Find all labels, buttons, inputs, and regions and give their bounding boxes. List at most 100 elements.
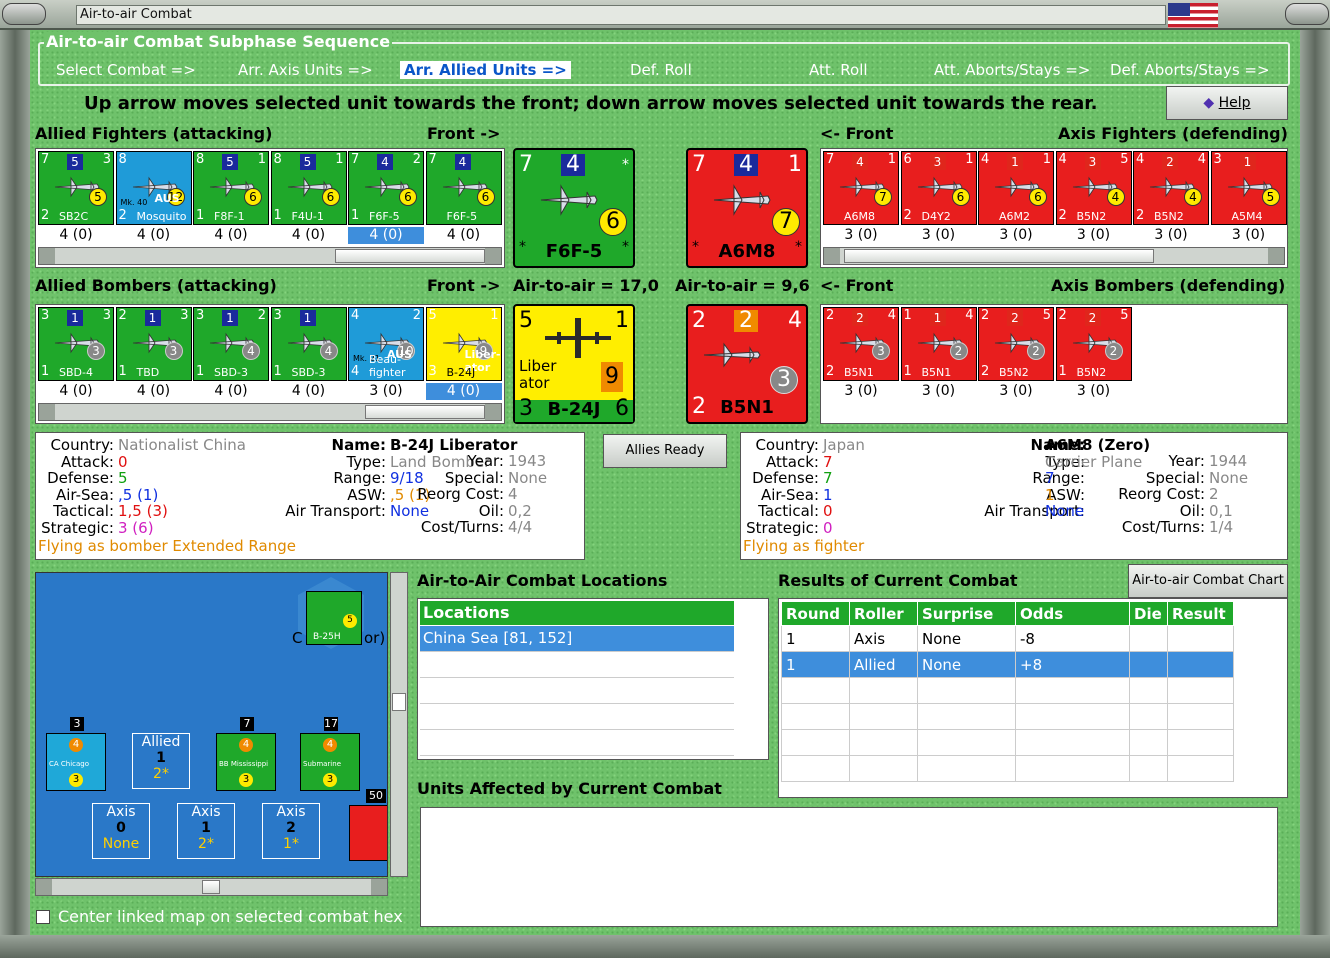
axis-bombers-card[interactable]: 1 1 4 1 2 B5N1 <box>900 307 977 381</box>
location-row[interactable]: China Sea [81, 152] <box>420 626 734 652</box>
allied-bombers-label: Allied Bombers (attacking) <box>35 276 277 295</box>
allied-fighters-card[interactable]: 7 4 6 F6F-5 <box>425 151 502 225</box>
axis-bombers-card[interactable]: 2 2 4 2 3 B5N1 <box>823 307 899 381</box>
map-ship-counter[interactable]: CA Chicago 4 3 <box>46 733 106 791</box>
card-value: 3 (0) <box>844 227 878 243</box>
card-value: 3 (0) <box>1231 227 1266 243</box>
card-stat: 2 <box>412 152 421 167</box>
card-value: 4 (0) <box>59 227 93 243</box>
results-cell <box>1167 625 1234 652</box>
allied-fighters-card[interactable]: 8 5 1 1 6 F8F-1 <box>193 151 269 225</box>
us-flag-icon <box>1168 3 1218 28</box>
axis-bombers-card[interactable]: 2 2 5 2 2 B5N2 <box>978 307 1054 381</box>
allied-bombers-card[interactable]: 2 1 3 1 3 TBD <box>115 307 192 381</box>
combat-chart-button[interactable]: Air-to-air Combat Chart <box>1128 564 1288 598</box>
linked-map[interactable]: B-25H 5 C or) 3 CA Chicago 4 3 7 BB Mississipp… <box>35 572 388 877</box>
results-cell <box>781 729 850 756</box>
center-map-label: Center linked map on selected combat hex <box>58 907 403 926</box>
system-menu-button[interactable] <box>2 3 46 25</box>
card-stat: 4 <box>1058 152 1067 167</box>
allied-fighters-card[interactable]: 8 5 1 1 6 F4U-1 <box>270 151 347 225</box>
selected-allied-bomber-counter[interactable]: 5 1 Liber ator 9 3 B-24J 6 <box>513 304 635 424</box>
hex-unit-counter[interactable]: B-25H 5 <box>306 591 362 645</box>
card-value: 3 (0) <box>369 383 403 399</box>
axis-fighters-card[interactable]: 7 4 1 7 A6M8 <box>823 151 899 225</box>
map-axis-box-2[interactable]: Axis 2 1* <box>262 803 320 859</box>
card-range: 6 <box>244 188 262 206</box>
results-row[interactable] <box>781 677 1234 704</box>
selected-axis-fighter-counter[interactable]: 7 4 1 7 * A6M8 * <box>686 148 808 268</box>
close-button[interactable] <box>1285 3 1329 25</box>
results-cell <box>781 755 850 782</box>
selected-axis-bomber-counter[interactable]: 2 2 4 3 2 B5N1 <box>686 304 808 424</box>
results-row[interactable]: 1 Allied None +8 <box>781 651 1234 678</box>
allied-bombers-card[interactable]: 4 2 4 10 Mk. 21 AUS Beau-fighter <box>348 307 424 381</box>
allied-bombers-card[interactable]: 5 1 3 9 Liber-ator B-24J <box>425 307 502 381</box>
axis-bombers-front: <- Front <box>820 276 894 295</box>
axis-fighters-card[interactable]: 4 3 5 2 4 B5N2 <box>1055 151 1132 225</box>
results-cell: None <box>917 625 1016 652</box>
map-ship-counter[interactable]: Submarine 4 3 <box>300 733 360 791</box>
allied-bombers-card[interactable]: 3 1 2 1 4 SBD-3 <box>193 307 269 381</box>
results-cell <box>1129 755 1168 782</box>
axis-fighters-card[interactable]: 3 1 5 A5M4 <box>1210 151 1287 225</box>
map-horizontal-scrollbar[interactable] <box>35 878 388 896</box>
content-area: Select Combat => Arr. Axis Units => Arr. A… <box>30 30 1300 935</box>
results-row[interactable] <box>781 703 1234 730</box>
map-axis-box-0[interactable]: Axis 0 None <box>92 803 150 859</box>
sequence-step-5: Att. Aborts/Stays => <box>934 61 1091 79</box>
stack-count: 50 <box>366 789 386 803</box>
card-value: 3 (0) <box>1076 227 1111 243</box>
results-row[interactable] <box>781 729 1234 756</box>
axis-fighters-card[interactable]: 6 3 1 2 6 D4Y2 <box>900 151 977 225</box>
card-value: 3 (0) <box>1076 383 1111 399</box>
card-stat: 5 <box>222 154 238 170</box>
allies-ready-button[interactable]: Allies Ready <box>603 434 727 468</box>
card-name: D4Y2 <box>921 210 951 223</box>
card-stat: 5 <box>428 308 437 323</box>
location-row[interactable] <box>420 678 734 704</box>
allied-fighters-card[interactable]: 7 5 3 2 5 SB2C <box>38 151 114 225</box>
card-value: 4 (0) <box>446 227 481 243</box>
axis-bombers-label: Axis Bombers (defending) <box>1051 276 1286 295</box>
allied-fighters-scrollbar[interactable] <box>38 247 502 265</box>
location-row[interactable] <box>420 730 734 756</box>
map-axis-box-1[interactable]: Axis 1 2* <box>177 803 235 859</box>
help-button[interactable]: ◆ Help <box>1166 86 1288 120</box>
card-range: 5 <box>89 188 107 206</box>
allied-bombers-card[interactable]: 3 1 3 1 3 SBD-4 <box>38 307 114 381</box>
card-range: 5 <box>1261 188 1280 206</box>
center-map-checkbox[interactable] <box>36 910 50 924</box>
map-axis-counter[interactable] <box>349 805 387 861</box>
card-stat: 2 <box>826 308 835 323</box>
axis-fighters-scrollbar[interactable] <box>823 247 1285 265</box>
axis-fighters-card[interactable]: 4 2 4 2 4 B5N2 <box>1133 151 1209 225</box>
axis-bombers-card[interactable]: 2 2 5 1 2 B5N2 <box>1055 307 1132 381</box>
allied-bombers-scrollbar[interactable] <box>38 403 502 421</box>
selected-allied-fighter-counter[interactable]: 7 4 * 6 * F6F-5 * <box>513 148 635 268</box>
allied-bombers-card[interactable]: 3 1 1 4 SBD-3 <box>270 307 347 381</box>
results-cell <box>1167 651 1234 678</box>
results-row[interactable] <box>781 755 1234 782</box>
card-value: 3 (0) <box>999 383 1033 399</box>
results-header-4: Die <box>1129 601 1168 626</box>
map-vertical-scrollbar[interactable] <box>390 572 408 877</box>
allied-fighters-card[interactable]: 8 2 12 Mk. 40 AUS Mosquito <box>115 151 192 225</box>
allied-fighters-card[interactable]: 7 4 2 1 6 F6F-5 <box>348 151 424 225</box>
locations-title: Air-to-Air Combat Locations <box>417 571 668 590</box>
ship-name: Submarine <box>303 760 341 768</box>
card-name: A5M4 <box>1231 210 1263 223</box>
map-allied-box[interactable]: Allied 1 2* <box>132 733 190 789</box>
card-stat: 1 <box>903 308 912 323</box>
card-range: 3 <box>872 342 890 360</box>
location-row[interactable] <box>420 652 734 678</box>
card-stat: 2 <box>412 308 421 323</box>
allied-fighters-panel: 7 5 3 2 5 SB2C 4 (0) 8 2 12 Mk. 40 AUS Mosquito 4 (0)… <box>35 148 505 268</box>
plane-icon <box>703 342 761 368</box>
results-cell: 1 <box>781 625 850 652</box>
results-cell <box>917 703 1016 730</box>
map-ship-counter[interactable]: BB Mississippi 4 3 <box>216 733 276 791</box>
axis-fighters-card[interactable]: 4 1 1 6 A6M2 <box>978 151 1054 225</box>
results-row[interactable]: 1 Axis None -8 <box>781 625 1234 652</box>
location-row[interactable] <box>420 704 734 730</box>
